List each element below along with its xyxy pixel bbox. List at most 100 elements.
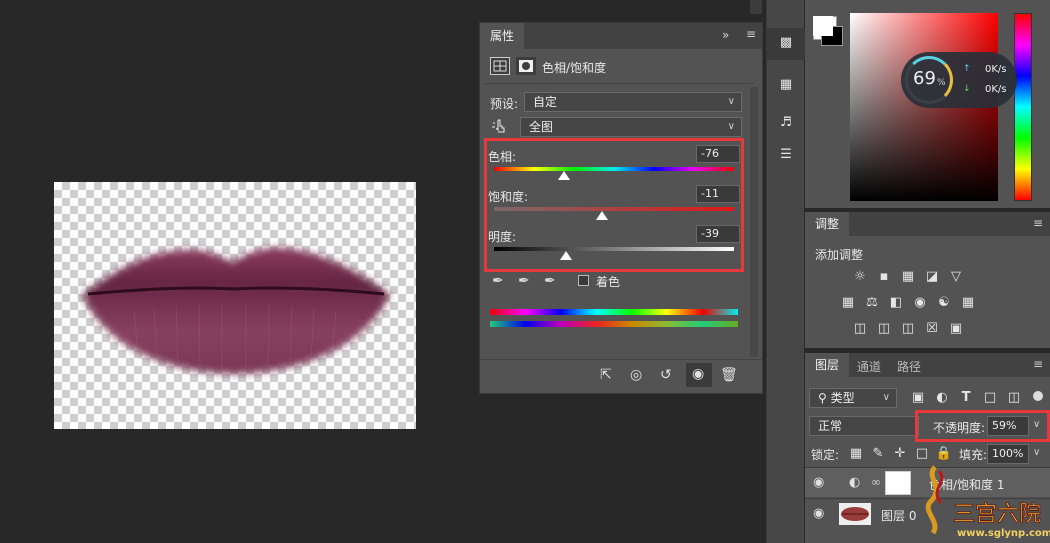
link-icon[interactable]: ∞ xyxy=(871,475,881,489)
collapse-icon[interactable]: » xyxy=(722,28,729,42)
lips-image xyxy=(82,247,390,374)
clip-to-layer-icon[interactable]: ⇱ xyxy=(600,367,612,383)
lightness-slider-thumb[interactable] xyxy=(560,251,572,260)
panel-menu-icon[interactable]: ≡ xyxy=(1033,357,1043,371)
threshold-icon[interactable]: ◫ xyxy=(899,320,917,338)
hue-saturation-icon[interactable]: ▦ xyxy=(839,294,857,312)
lock-position-icon[interactable]: ✛ xyxy=(891,445,909,463)
hue-slider-track[interactable] xyxy=(494,167,734,171)
reset-icon[interactable]: ↺ xyxy=(660,367,672,383)
perf-unit: % xyxy=(937,78,946,88)
divider xyxy=(484,83,754,84)
hue-slider-thumb[interactable] xyxy=(557,171,570,180)
panel-scrollbar[interactable] xyxy=(750,87,758,357)
brush-settings-icon[interactable]: ♬ xyxy=(777,114,795,132)
channel-dropdown[interactable]: 全图 ∨ xyxy=(520,117,742,137)
colorize-checkbox[interactable] xyxy=(578,275,589,286)
chevron-down-icon[interactable]: ∨ xyxy=(1033,419,1040,430)
eyedropper-minus-icon[interactable]: ✒ xyxy=(544,273,556,289)
filter-adjustment-icon[interactable]: ◐ xyxy=(933,389,951,407)
hue-label: 色相: xyxy=(488,150,517,164)
trash-icon[interactable]: 🗑 xyxy=(720,367,738,383)
document-canvas[interactable] xyxy=(54,182,416,429)
filter-type-icon[interactable]: T xyxy=(957,389,975,407)
toggle-visibility-button[interactable]: ◉ xyxy=(686,363,712,387)
chevron-down-icon: ∨ xyxy=(882,392,890,403)
curves-icon[interactable]: ▦ xyxy=(899,268,917,286)
upload-rate: 0K/s xyxy=(985,64,1007,75)
perf-percent: 69 xyxy=(913,68,936,89)
search-icon: ⚲ xyxy=(818,391,831,405)
lightness-value-input[interactable]: -39 xyxy=(696,225,740,243)
tool-presets-icon[interactable]: ☰ xyxy=(777,146,795,164)
panel-icon-strip: ▩ ▦ ♬ ☰ xyxy=(766,0,805,543)
hue-strip[interactable] xyxy=(1014,13,1032,201)
scroll-nub xyxy=(750,0,762,14)
brightness-contrast-icon[interactable]: ☼ xyxy=(851,268,869,286)
gradient-map-icon[interactable]: ▣ xyxy=(947,320,965,338)
output-spectrum-bar xyxy=(490,321,738,327)
channel-value: 全图 xyxy=(529,120,554,134)
eyedropper-plus-icon[interactable]: ✒ xyxy=(518,273,530,289)
layer-filter-dropdown[interactable]: ⚲ 类型 ∨ xyxy=(809,388,897,408)
watermark-url: www.sglynp.com xyxy=(957,528,1050,539)
tab-layers[interactable]: 图层 xyxy=(805,353,850,377)
color-balance-icon[interactable]: ⚖ xyxy=(863,294,881,312)
hue-value-input[interactable]: -76 xyxy=(696,145,740,163)
photo-filter-icon[interactable]: ◉ xyxy=(911,294,929,312)
panel-menu-icon[interactable]: ≡ xyxy=(1033,216,1043,230)
3d-cube-icon[interactable]: ▩ xyxy=(777,34,795,52)
chevron-down-icon: ∨ xyxy=(727,121,735,132)
vibrance-icon[interactable]: ▽ xyxy=(947,268,965,286)
adjustment-layer-icon[interactable] xyxy=(490,57,510,75)
tab-channels[interactable]: 通道 xyxy=(857,358,881,375)
svg-text:三宫六院: 三宫六院 xyxy=(953,502,1041,527)
view-previous-state-icon[interactable]: ◎ xyxy=(630,367,642,383)
channel-mixer-icon[interactable]: ☯ xyxy=(935,294,953,312)
target-adjust-tool-icon[interactable] xyxy=(490,117,510,135)
upload-arrow-icon: ↑ xyxy=(963,64,971,74)
lock-transparent-icon[interactable]: ▦ xyxy=(847,445,865,463)
exposure-icon[interactable]: ◪ xyxy=(923,268,941,286)
layer-mask-thumbnail[interactable] xyxy=(885,471,911,495)
tab-adjustments[interactable]: 调整 xyxy=(805,212,850,236)
filter-pixel-icon[interactable]: ▣ xyxy=(909,389,927,407)
black-white-icon[interactable]: ◧ xyxy=(887,294,905,312)
eye-icon[interactable]: ◉ xyxy=(813,475,824,490)
opacity-input[interactable]: 59% xyxy=(987,416,1029,436)
selective-color-icon[interactable]: ☒ xyxy=(923,320,941,338)
saturation-label: 饱和度: xyxy=(488,190,529,204)
layers-tabbar: 图层 通道 路径 ≡ xyxy=(805,353,1050,377)
filter-toggle-icon[interactable] xyxy=(1033,391,1043,401)
adjustment-layer-icon: ◐ xyxy=(849,475,861,490)
lightness-slider-track[interactable] xyxy=(494,247,734,251)
filter-shape-icon[interactable]: □ xyxy=(981,389,999,407)
eye-icon[interactable]: ◉ xyxy=(813,506,824,521)
blend-mode-value: 正常 xyxy=(818,419,843,433)
filter-kind-value: 类型 xyxy=(830,391,855,405)
saturation-slider-track[interactable] xyxy=(494,207,734,211)
lock-pixels-icon[interactable]: ✎ xyxy=(869,445,887,463)
tab-paths[interactable]: 路径 xyxy=(897,358,921,375)
invert-icon[interactable]: ◫ xyxy=(851,320,869,338)
eyedropper-icon[interactable]: ✒ xyxy=(492,273,504,289)
color-lookup-icon[interactable]: ▦ xyxy=(959,294,977,312)
divider xyxy=(480,359,762,360)
saturation-slider-thumb[interactable] xyxy=(596,211,608,220)
filter-smart-object-icon[interactable]: ◫ xyxy=(1005,389,1023,407)
download-rate: 0K/s xyxy=(985,84,1007,95)
panel-menu-icon[interactable]: ≡ xyxy=(746,27,756,41)
levels-icon[interactable]: ▪ xyxy=(875,268,893,286)
saturation-value-input[interactable]: -11 xyxy=(696,185,740,203)
layer-name[interactable]: 图层 0 xyxy=(881,507,916,524)
preset-dropdown[interactable]: 自定 ∨ xyxy=(524,92,742,112)
preset-value: 自定 xyxy=(533,95,558,109)
input-spectrum-bar xyxy=(490,309,738,315)
layer-thumbnail[interactable] xyxy=(839,503,871,525)
glyph-panel-icon[interactable]: ▦ xyxy=(777,76,795,94)
blend-mode-dropdown[interactable]: 正常 xyxy=(809,416,919,436)
tab-properties[interactable]: 属性 xyxy=(480,23,525,49)
posterize-icon[interactable]: ◫ xyxy=(875,320,893,338)
adjustments-panel: 调整 ≡ 添加调整 ☼ ▪ ▦ ◪ ▽ ▦ ⚖ ◧ ◉ ☯ ▦ ◫ ◫ ◫ ☒ … xyxy=(805,212,1050,348)
mask-icon[interactable] xyxy=(516,57,536,75)
